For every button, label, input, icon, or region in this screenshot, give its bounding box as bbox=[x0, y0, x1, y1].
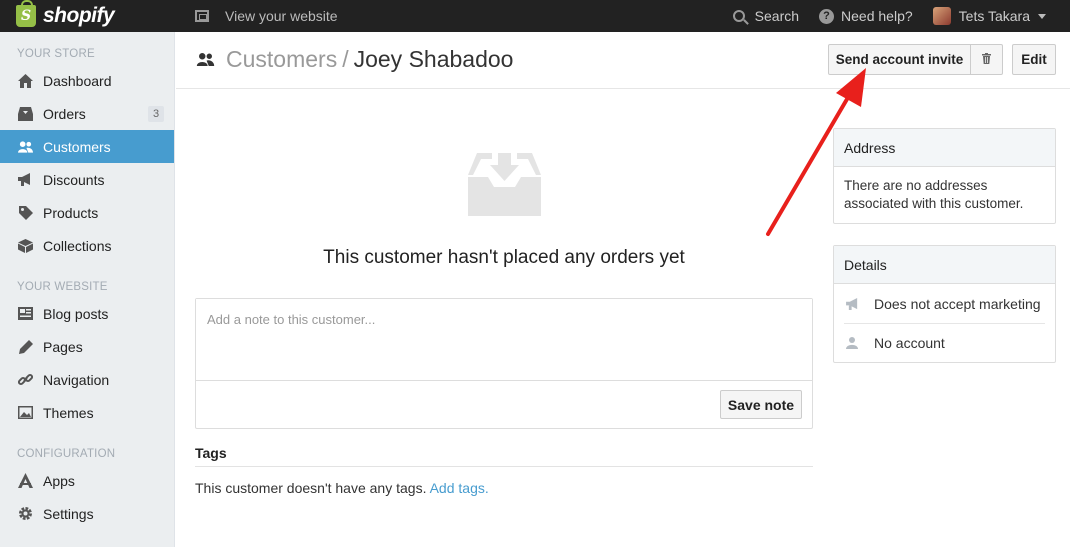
breadcrumb-customers-link[interactable]: Customers bbox=[226, 46, 337, 72]
apps-icon bbox=[18, 473, 33, 488]
sidebar-section-your-store: YOUR STORE bbox=[17, 48, 95, 60]
help-button[interactable]: ? Need help? bbox=[819, 8, 913, 24]
image-icon bbox=[18, 405, 33, 420]
shopify-bag-icon: S bbox=[16, 0, 36, 27]
empty-orders-message: This customer hasn't placed any orders y… bbox=[323, 247, 685, 268]
window-icon bbox=[195, 10, 209, 22]
orders-count-badge: 3 bbox=[148, 106, 164, 122]
avatar bbox=[932, 7, 951, 25]
view-website-label: View your website bbox=[225, 8, 338, 24]
blog-icon bbox=[18, 306, 33, 321]
sidebar-item-blog-posts[interactable]: Blog posts bbox=[0, 297, 174, 330]
detail-account-label: No account bbox=[874, 335, 945, 351]
search-label: Search bbox=[754, 8, 800, 24]
add-tags-link[interactable]: Add tags. bbox=[430, 480, 489, 496]
megaphone-icon bbox=[846, 297, 864, 310]
box-icon bbox=[18, 238, 33, 253]
sidebar-item-label: Pages bbox=[43, 338, 83, 355]
sidebar-item-label: Orders bbox=[43, 105, 86, 122]
user-name: Tets Takara bbox=[958, 8, 1030, 24]
person-icon bbox=[846, 337, 864, 349]
tags-heading: Tags bbox=[195, 445, 227, 461]
sidebar-item-label: Navigation bbox=[43, 371, 110, 388]
tag-icon bbox=[18, 205, 33, 220]
sidebar-item-label: Apps bbox=[43, 472, 75, 489]
sidebar-item-settings[interactable]: Settings bbox=[0, 497, 174, 530]
shopify-logo[interactable]: S shopify bbox=[0, 0, 175, 32]
customers-icon bbox=[196, 53, 215, 71]
view-website-link[interactable]: View your website bbox=[195, 8, 338, 24]
customer-note-input[interactable] bbox=[196, 299, 812, 381]
tags-empty-message: This customer doesn't have any tags. Add… bbox=[195, 480, 489, 496]
search-button[interactable]: Search bbox=[732, 8, 800, 24]
sidebar-item-products[interactable]: Products bbox=[0, 196, 174, 229]
note-panel: Save note bbox=[195, 298, 813, 429]
gear-icon bbox=[18, 506, 33, 521]
top-bar: S shopify View your website Search ? Nee… bbox=[0, 0, 1070, 32]
edit-button[interactable]: Edit bbox=[1012, 44, 1056, 75]
details-card-title: Details bbox=[834, 246, 1055, 284]
megaphone-icon bbox=[18, 172, 33, 187]
user-menu[interactable]: Tets Takara bbox=[932, 7, 1046, 25]
trash-icon bbox=[982, 52, 991, 67]
sidebar-item-collections[interactable]: Collections bbox=[0, 229, 174, 262]
sidebar-item-customers[interactable]: Customers bbox=[0, 130, 174, 163]
help-icon: ? bbox=[819, 8, 835, 24]
sidebar-item-navigation[interactable]: Navigation bbox=[0, 363, 174, 396]
brand-wordmark: shopify bbox=[43, 4, 115, 27]
sidebar-item-label: Customers bbox=[43, 138, 111, 155]
page-title: Joey Shabadoo bbox=[353, 46, 514, 72]
chevron-down-icon bbox=[1038, 13, 1046, 19]
customers-icon bbox=[18, 139, 33, 154]
sidebar-item-label: Products bbox=[43, 204, 99, 221]
sidebar-item-label: Collections bbox=[43, 237, 112, 254]
tags-empty-text: This customer doesn't have any tags. bbox=[195, 480, 427, 496]
breadcrumb-separator: / bbox=[342, 46, 349, 72]
save-note-button[interactable]: Save note bbox=[720, 390, 802, 419]
delete-customer-button[interactable] bbox=[970, 44, 1003, 75]
sidebar-item-pages[interactable]: Pages bbox=[0, 330, 174, 363]
sidebar-item-apps[interactable]: Apps bbox=[0, 464, 174, 497]
annotation-arrow bbox=[766, 68, 866, 236]
sidebar-section-your-website: YOUR WEBSITE bbox=[17, 281, 108, 293]
inbox-icon bbox=[18, 106, 33, 121]
divider bbox=[195, 466, 813, 467]
inbox-empty-icon bbox=[468, 153, 541, 221]
search-icon bbox=[732, 10, 745, 22]
link-icon bbox=[18, 372, 33, 387]
sidebar-section-configuration: CONFIGURATION bbox=[17, 448, 116, 460]
pencil-icon bbox=[18, 339, 33, 354]
detail-row-account: No account bbox=[844, 323, 1045, 362]
sidebar-item-label: Settings bbox=[43, 505, 94, 522]
page-header: Customers / Joey Shabadoo Send account inv… bbox=[176, 32, 1070, 89]
sidebar-item-label: Themes bbox=[43, 404, 94, 421]
sidebar: YOUR STORE Dashboard Orders 3 Customers … bbox=[0, 32, 175, 547]
sidebar-item-themes[interactable]: Themes bbox=[0, 396, 174, 429]
details-card: Details Does not accept marketing No acc… bbox=[833, 245, 1056, 363]
detail-marketing-label: Does not accept marketing bbox=[874, 295, 1041, 312]
detail-row-marketing: Does not accept marketing bbox=[844, 284, 1045, 323]
sidebar-item-label: Discounts bbox=[43, 171, 105, 188]
sidebar-item-label: Blog posts bbox=[43, 305, 109, 322]
sidebar-item-label: Dashboard bbox=[43, 72, 112, 89]
sidebar-item-orders[interactable]: Orders 3 bbox=[0, 97, 174, 130]
sidebar-item-dashboard[interactable]: Dashboard bbox=[0, 64, 174, 97]
sidebar-item-discounts[interactable]: Discounts bbox=[0, 163, 174, 196]
home-icon bbox=[18, 73, 33, 88]
breadcrumb: Customers / Joey Shabadoo bbox=[226, 46, 513, 73]
help-label: Need help? bbox=[841, 8, 913, 24]
